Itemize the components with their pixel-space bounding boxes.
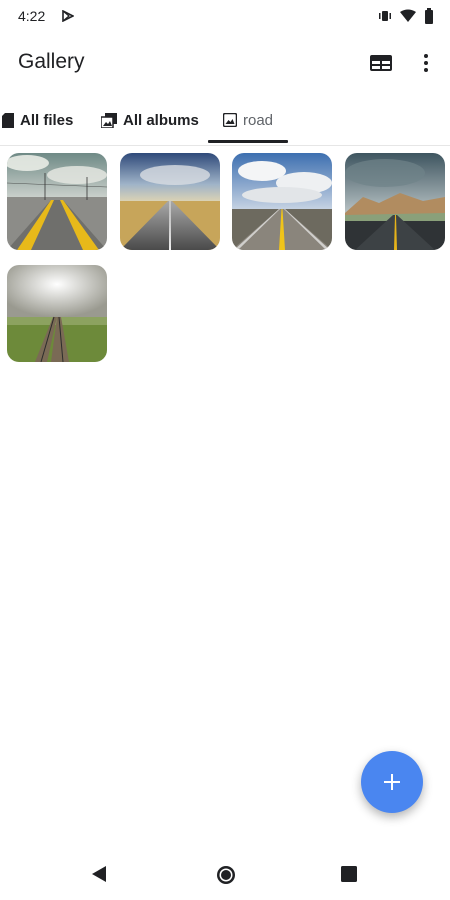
image-icon: [223, 113, 237, 127]
back-icon[interactable]: [90, 864, 110, 884]
more-options-button[interactable]: [412, 48, 440, 78]
battery-icon: [425, 8, 433, 24]
divider: [0, 145, 450, 146]
tab-label: All files: [20, 111, 74, 129]
photo-thumbnail[interactable]: [7, 153, 107, 250]
tab-all-files[interactable]: All files: [2, 100, 73, 140]
file-icon: [2, 112, 14, 128]
add-icon: [384, 774, 400, 790]
photo-thumbnail[interactable]: [345, 153, 445, 250]
photo-mountain-road: [345, 153, 445, 250]
photo-road-yellow-lines: [7, 153, 107, 250]
more-vert-icon: [424, 54, 428, 72]
vibrate-icon: [379, 11, 391, 21]
recents-icon[interactable]: [340, 865, 358, 883]
navigation-bar: [0, 848, 450, 900]
photo-thumbnail[interactable]: [120, 153, 220, 250]
page-title: Gallery: [18, 50, 85, 73]
albums-icon: [101, 112, 117, 128]
status-time: 4:22: [18, 8, 46, 24]
photo-straight-road: [120, 153, 220, 250]
tab-indicator: [208, 140, 288, 143]
add-button[interactable]: [361, 751, 423, 813]
tab-label: road: [243, 111, 274, 129]
tab-bar: All files All albums road: [0, 100, 450, 144]
photo-highway-clouds: [232, 153, 332, 250]
wifi-icon: [400, 9, 416, 22]
photo-thumbnail[interactable]: [7, 265, 107, 362]
photo-thumbnail[interactable]: [232, 153, 332, 250]
status-bar: 4:22: [0, 0, 450, 32]
tab-all-albums[interactable]: All albums: [101, 100, 199, 140]
play-store-icon: [62, 10, 74, 22]
home-icon[interactable]: [215, 864, 237, 886]
view-toggle-icon: [370, 55, 392, 71]
tab-label: All albums: [123, 111, 199, 129]
photo-railway-tracks: [7, 265, 107, 362]
app-bar: Gallery: [0, 40, 450, 88]
view-toggle-button[interactable]: [366, 48, 396, 78]
tab-road[interactable]: road: [223, 100, 273, 140]
